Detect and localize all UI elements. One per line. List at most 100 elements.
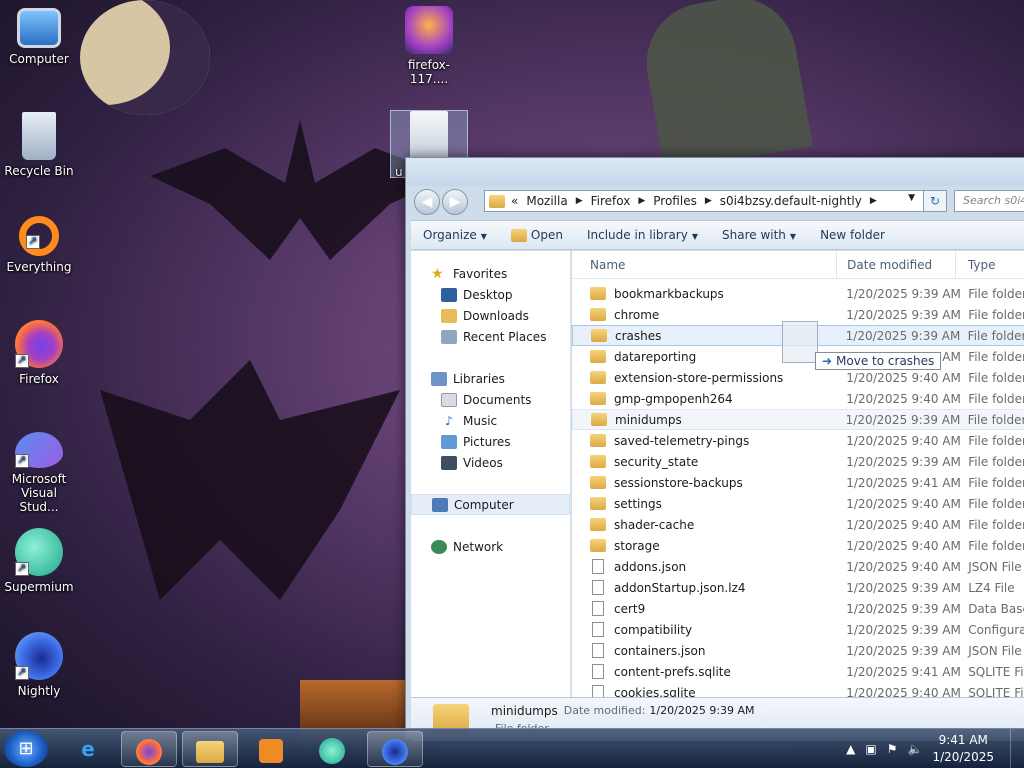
nav-desktop[interactable]: Desktop bbox=[411, 284, 570, 305]
file-row[interactable]: saved-telemetry-pings 1/20/2025 9:40 AM Fi… bbox=[572, 430, 1024, 451]
column-date-modified[interactable]: Date modified bbox=[837, 251, 956, 278]
taskbar-media-player[interactable] bbox=[243, 731, 299, 767]
taskbar-internet-explorer[interactable]: e bbox=[60, 731, 116, 767]
file-row[interactable]: compatibility 1/20/2025 9:39 AM Configurat… bbox=[572, 619, 1024, 640]
organize-button[interactable]: Organize ▼ bbox=[411, 228, 499, 242]
file-row[interactable]: addonStartup.json.lz4 1/20/2025 9:39 AM LZ… bbox=[572, 577, 1024, 598]
file-list: Name Date modified Type bookmarkbackups 1… bbox=[572, 251, 1024, 697]
file-name-cell: gmp-gmpopenh264 bbox=[572, 392, 836, 406]
downloads-icon bbox=[441, 308, 457, 323]
desktop-icon-label: firefox-117.... bbox=[407, 58, 451, 86]
file-type: File folder bbox=[968, 496, 1024, 511]
shortcut-arrow-icon bbox=[26, 234, 40, 249]
desktop-icon-firefox[interactable]: Firefox bbox=[0, 320, 78, 386]
installer-icon bbox=[405, 6, 453, 54]
file-name-cell: chrome bbox=[572, 308, 836, 322]
nav-documents[interactable]: Documents bbox=[411, 389, 570, 410]
nav-pictures[interactable]: Pictures bbox=[411, 431, 570, 452]
file-row[interactable]: addons.json 1/20/2025 9:40 AM JSON File bbox=[572, 556, 1024, 577]
nav-libraries[interactable]: Libraries bbox=[411, 368, 570, 389]
file-row[interactable]: bookmarkbackups 1/20/2025 9:39 AM File fol… bbox=[572, 283, 1024, 304]
file-type: LZ4 File bbox=[968, 580, 1015, 595]
file-row[interactable]: shader-cache 1/20/2025 9:40 AM File folder bbox=[572, 514, 1024, 535]
breadcrumb-firefox[interactable]: Firefox bbox=[591, 194, 631, 208]
taskbar-firefox[interactable] bbox=[121, 731, 177, 767]
nav-label: Music bbox=[463, 413, 498, 428]
details-name: minidumps bbox=[491, 704, 558, 718]
chevron-right-icon[interactable]: ▶ bbox=[870, 196, 877, 206]
nav-label: Network bbox=[453, 539, 504, 554]
chevron-right-icon[interactable]: ▶ bbox=[705, 196, 712, 206]
show-desktop-button[interactable] bbox=[1010, 729, 1024, 768]
taskbar-supermium[interactable] bbox=[304, 731, 360, 767]
wallpaper-pumpkin-stem bbox=[637, 0, 813, 172]
forward-button[interactable]: ▶ bbox=[442, 189, 468, 215]
nav-videos[interactable]: Videos bbox=[411, 452, 570, 473]
folder-icon bbox=[590, 287, 606, 300]
desktop-icon-supermium[interactable]: Supermium bbox=[0, 528, 78, 594]
file-row[interactable]: gmp-gmpopenh264 1/20/2025 9:40 AM File fol… bbox=[572, 388, 1024, 409]
windows-logo-icon: ⊞ bbox=[18, 738, 34, 759]
desktop-icon-firefox-installer[interactable]: firefox-117.... bbox=[390, 6, 468, 86]
chevron-right-icon[interactable]: ▶ bbox=[576, 196, 583, 206]
desktop-icon-everything[interactable]: Everything bbox=[0, 216, 78, 274]
file-row[interactable]: minidumps 1/20/2025 9:39 AM File folder bbox=[572, 409, 1024, 430]
share-with-button[interactable]: Share with ▼ bbox=[710, 228, 808, 242]
nightly-icon bbox=[15, 632, 63, 680]
breadcrumb-profile[interactable]: s0i4bzsy.default-nightly bbox=[720, 194, 862, 208]
desktop-icon-visual-studio[interactable]: Microsoft Visual Stud... bbox=[0, 432, 78, 514]
dropdown-caret-icon: ▼ bbox=[691, 232, 698, 241]
desktop-icon-computer[interactable]: Computer bbox=[0, 8, 78, 66]
back-button[interactable]: ◀ bbox=[414, 189, 440, 215]
taskbar-nightly[interactable] bbox=[367, 731, 423, 767]
network-icon bbox=[431, 539, 447, 554]
search-input[interactable]: Search s0i4b bbox=[954, 190, 1024, 212]
nav-favorites[interactable]: ★ Favorites bbox=[411, 263, 570, 284]
column-type[interactable]: Type bbox=[956, 251, 1024, 278]
volume-muted-icon[interactable]: 🔈 bbox=[908, 742, 923, 756]
folder-icon bbox=[590, 434, 606, 447]
action-center-flag-icon[interactable]: ⚑ bbox=[887, 742, 898, 756]
file-date: 1/20/2025 9:40 AM bbox=[846, 433, 961, 448]
file-row[interactable]: cookies.sqlite 1/20/2025 9:40 AM SQLITE Fi… bbox=[572, 682, 1024, 697]
start-button[interactable]: ⊞ bbox=[4, 731, 48, 767]
chevron-right-icon[interactable]: ▶ bbox=[638, 196, 645, 206]
address-bar[interactable]: « Mozilla ▶ Firefox ▶ Profiles ▶ s0i4bzs… bbox=[484, 190, 946, 212]
nav-music[interactable]: ♪ Music bbox=[411, 410, 570, 431]
new-folder-button[interactable]: New folder bbox=[808, 228, 897, 242]
clock[interactable]: 9:41 AM 1/20/2025 bbox=[932, 732, 994, 766]
file-row[interactable]: containers.json 1/20/2025 9:39 AM JSON Fil… bbox=[572, 640, 1024, 661]
file-row[interactable]: sessionstore-backups 1/20/2025 9:41 AM Fil… bbox=[572, 472, 1024, 493]
column-name[interactable]: Name bbox=[572, 251, 838, 278]
file-row[interactable]: settings 1/20/2025 9:40 AM File folder bbox=[572, 493, 1024, 514]
desktop-icon-recycle-bin[interactable]: Recycle Bin bbox=[0, 112, 78, 178]
file-row[interactable]: cert9 1/20/2025 9:39 AM Data Base bbox=[572, 598, 1024, 619]
breadcrumb-mozilla[interactable]: Mozilla bbox=[526, 194, 567, 208]
organize-label: Organize bbox=[423, 228, 477, 242]
nav-label: Computer bbox=[454, 497, 514, 512]
documents-icon bbox=[441, 392, 457, 407]
forward-arrow-icon: ▶ bbox=[449, 194, 461, 210]
window-titlebar[interactable] bbox=[406, 158, 1024, 186]
nav-recent-places[interactable]: Recent Places bbox=[411, 326, 570, 347]
include-in-library-button[interactable]: Include in library ▼ bbox=[575, 228, 710, 242]
network-icon[interactable]: ▣ bbox=[865, 742, 876, 756]
desktop-icon-nightly[interactable]: Nightly bbox=[0, 632, 78, 698]
nav-computer[interactable]: Computer bbox=[411, 494, 570, 515]
file-row[interactable]: extension-store-permissions 1/20/2025 9:4… bbox=[572, 367, 1024, 388]
shortcut-arrow-icon bbox=[15, 561, 29, 576]
libraries-icon bbox=[431, 371, 447, 386]
nav-network[interactable]: Network bbox=[411, 536, 570, 557]
address-overflow[interactable]: « bbox=[511, 194, 518, 208]
nav-downloads[interactable]: Downloads bbox=[411, 305, 570, 326]
file-row[interactable]: content-prefs.sqlite 1/20/2025 9:41 AM SQL… bbox=[572, 661, 1024, 682]
file-row[interactable]: security_state 1/20/2025 9:39 AM File fold… bbox=[572, 451, 1024, 472]
refresh-button[interactable]: ↻ bbox=[923, 190, 947, 212]
open-button[interactable]: Open bbox=[499, 228, 575, 242]
tray-overflow-icon[interactable]: ▲ bbox=[846, 742, 855, 756]
file-row[interactable]: storage 1/20/2025 9:40 AM File folder bbox=[572, 535, 1024, 556]
file-date: 1/20/2025 9:39 AM bbox=[846, 307, 961, 322]
taskbar-explorer[interactable] bbox=[182, 731, 238, 767]
breadcrumb-profiles[interactable]: Profiles bbox=[653, 194, 697, 208]
address-dropdown-icon[interactable]: ▼ bbox=[908, 193, 915, 203]
